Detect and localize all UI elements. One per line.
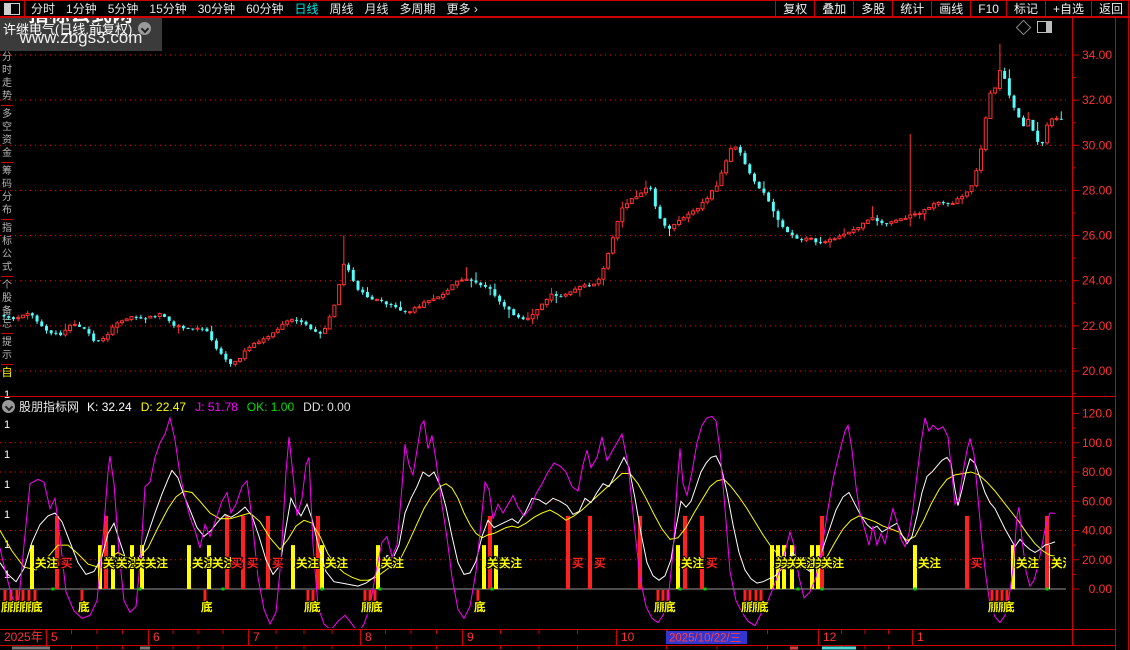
svg-text:5: 5: [51, 630, 58, 644]
svg-text:10: 10: [621, 630, 635, 644]
svg-text:20.00: 20.00: [1082, 364, 1112, 378]
indicator-value: J: 51.78: [195, 400, 238, 414]
svg-text:6: 6: [153, 630, 160, 644]
indicator-values: K: 32.24 D: 22.47 J: 51.78 OK: 1.00 DD: 0.00: [87, 398, 360, 416]
indicator-value: D: 22.47: [141, 400, 186, 414]
svg-text:0.00: 0.00: [1089, 582, 1113, 596]
svg-text:28.00: 28.00: [1082, 183, 1112, 197]
main-chart-area[interactable]: [0, 38, 1066, 396]
trading-app-window: 分时1分钟5分钟15分钟30分钟60分钟日线周线月线多周期更多 › 复权叠加多股…: [0, 0, 1130, 650]
svg-text:32.00: 32.00: [1082, 93, 1112, 107]
svg-text:8: 8: [365, 630, 372, 644]
svg-text:30.00: 30.00: [1082, 138, 1112, 152]
svg-text:40.00: 40.00: [1082, 524, 1112, 538]
indicator-panel-area[interactable]: [0, 415, 1066, 628]
indicator-header: 股朋指标网 K: 32.24 D: 22.47 J: 51.78 OK: 1.00 DD…: [0, 399, 1060, 414]
svg-text:34.00: 34.00: [1082, 48, 1112, 62]
svg-text:120.0: 120.0: [1082, 407, 1112, 421]
svg-text:80.00: 80.00: [1082, 465, 1112, 479]
selected-date-label: 2025/10/22/三: [669, 633, 741, 645]
svg-text:24.00: 24.00: [1082, 274, 1112, 288]
svg-text:1: 1: [917, 630, 924, 644]
svg-text:7: 7: [253, 630, 260, 644]
indicator-value: OK: 1.00: [247, 400, 294, 414]
date-axis-year: 2025年: [4, 630, 43, 644]
svg-text:9: 9: [467, 630, 474, 644]
svg-text:26.00: 26.00: [1082, 229, 1112, 243]
svg-text:22.00: 22.00: [1082, 319, 1112, 333]
indicator-value: K: 32.24: [87, 400, 132, 414]
svg-text:60.00: 60.00: [1082, 494, 1112, 508]
svg-text:20.00: 20.00: [1082, 553, 1112, 567]
indicator-name: 股朋指标网: [19, 398, 79, 415]
svg-text:12: 12: [823, 630, 837, 644]
indicator-value: DD: 0.00: [303, 400, 350, 414]
svg-text:100.0: 100.0: [1082, 436, 1112, 450]
collapse-indicator-icon[interactable]: [2, 400, 15, 413]
